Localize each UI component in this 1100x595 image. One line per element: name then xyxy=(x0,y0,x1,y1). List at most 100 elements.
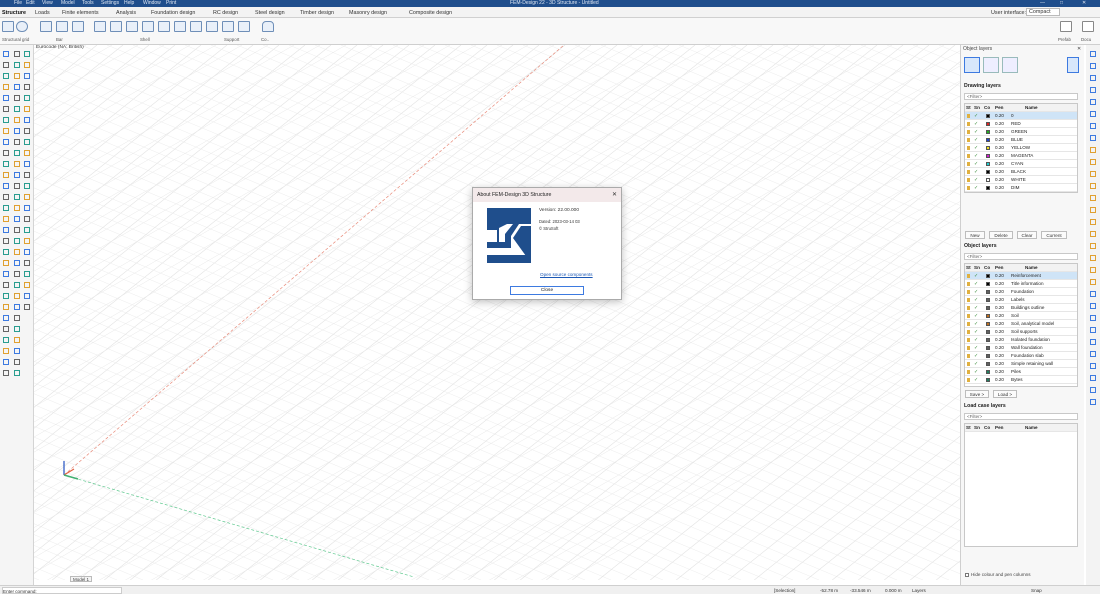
menu-window[interactable]: Window xyxy=(143,0,161,7)
lock-icon[interactable] xyxy=(967,370,970,374)
tool-icon[interactable] xyxy=(3,370,9,376)
tool-icon[interactable] xyxy=(24,95,30,101)
tool-icon[interactable] xyxy=(24,216,30,222)
tab-rc-design[interactable]: RC design xyxy=(213,8,238,18)
tool-icon[interactable] xyxy=(3,106,9,112)
lock-icon[interactable] xyxy=(967,162,970,166)
layer-row[interactable]: ✓ 0.20 BLACK xyxy=(965,168,1077,176)
delete-layer-button[interactable]: Delete xyxy=(989,231,1013,239)
shell-panel-button[interactable] xyxy=(158,21,170,32)
minimize-icon[interactable]: — xyxy=(1040,0,1045,7)
user-interface-select[interactable]: Compact xyxy=(1026,8,1060,16)
object-layers-filter[interactable]: <Filter> xyxy=(964,253,1078,260)
layer-color-swatch[interactable] xyxy=(986,378,990,382)
lock-icon[interactable] xyxy=(967,146,970,150)
layer-row[interactable]: ✓ 0.20 Wall foundation xyxy=(965,344,1077,352)
layer-row[interactable]: ✓ 0.20 Foundation slab xyxy=(965,352,1077,360)
tool-icon[interactable] xyxy=(14,216,20,222)
layer-row[interactable]: ✓ 0.20 Simple retaining wall xyxy=(965,360,1077,368)
menu-view[interactable]: View xyxy=(42,0,53,7)
lock-icon[interactable] xyxy=(967,322,970,326)
visible-check-icon[interactable]: ✓ xyxy=(974,352,978,360)
visible-check-icon[interactable]: ✓ xyxy=(974,136,978,144)
visible-check-icon[interactable]: ✓ xyxy=(974,152,978,160)
visible-check-icon[interactable]: ✓ xyxy=(974,376,978,384)
tool-icon[interactable] xyxy=(3,304,9,310)
tab-composite-design[interactable]: Composite design xyxy=(409,8,452,18)
layer-color-swatch[interactable] xyxy=(986,282,990,286)
lock-icon[interactable] xyxy=(967,338,970,342)
tool-icon[interactable] xyxy=(14,315,20,321)
tool-icon[interactable] xyxy=(1090,207,1096,213)
tool-icon[interactable] xyxy=(24,172,30,178)
layer-color-swatch[interactable] xyxy=(986,170,990,174)
tool-icon[interactable] xyxy=(1090,315,1096,321)
tool-icon[interactable] xyxy=(24,161,30,167)
tool-icon[interactable] xyxy=(3,183,9,189)
tab-masonry-design[interactable]: Masonry design xyxy=(349,8,387,18)
tool-icon[interactable] xyxy=(3,227,9,233)
tool-icon[interactable] xyxy=(14,183,20,189)
tool-icon[interactable] xyxy=(1090,135,1096,141)
tool-icon[interactable] xyxy=(14,227,20,233)
visible-check-icon[interactable]: ✓ xyxy=(974,176,978,184)
layers-button[interactable]: Layers xyxy=(912,587,926,594)
layer-color-swatch[interactable] xyxy=(986,186,990,190)
tool-icon[interactable] xyxy=(24,238,30,244)
tool-icon[interactable] xyxy=(3,128,9,134)
layer-color-swatch[interactable] xyxy=(986,362,990,366)
dialog-close-icon[interactable]: ✕ xyxy=(612,191,617,198)
tool-icon[interactable] xyxy=(1090,123,1096,129)
tool-icon[interactable] xyxy=(1090,75,1096,81)
tool-icon[interactable] xyxy=(24,227,30,233)
tool-icon[interactable] xyxy=(14,106,20,112)
maximize-icon[interactable]: □ xyxy=(1060,0,1063,7)
tool-icon[interactable] xyxy=(14,282,20,288)
menu-file[interactable]: File xyxy=(14,0,22,7)
tool-icon[interactable] xyxy=(14,293,20,299)
menu-model[interactable]: Model xyxy=(61,0,75,7)
tool-icon[interactable] xyxy=(24,183,30,189)
tool-icon[interactable] xyxy=(3,238,9,244)
connection-button[interactable] xyxy=(262,21,274,32)
tool-icon[interactable] xyxy=(24,260,30,266)
snap-button[interactable]: Snap xyxy=(1031,587,1042,594)
tool-icon[interactable] xyxy=(1090,219,1096,225)
lock-icon[interactable] xyxy=(967,178,970,182)
visible-check-icon[interactable]: ✓ xyxy=(974,288,978,296)
tool-icon[interactable] xyxy=(14,95,20,101)
tool-icon[interactable] xyxy=(3,271,9,277)
tool-icon[interactable] xyxy=(1090,267,1096,273)
layer-row[interactable]: ✓ 0.20 Reinforcement xyxy=(965,272,1077,280)
layer-color-swatch[interactable] xyxy=(986,274,990,278)
lock-icon[interactable] xyxy=(967,274,970,278)
menu-tools[interactable]: Tools xyxy=(82,0,94,7)
tool-icon[interactable] xyxy=(3,95,9,101)
layer-color-swatch[interactable] xyxy=(986,338,990,342)
tool-icon[interactable] xyxy=(1090,87,1096,93)
visible-check-icon[interactable]: ✓ xyxy=(974,304,978,312)
tool-icon[interactable] xyxy=(14,359,20,365)
tool-icon[interactable] xyxy=(24,304,30,310)
prefab-button[interactable] xyxy=(1060,21,1072,32)
tool-icon[interactable] xyxy=(14,249,20,255)
tool-icon[interactable] xyxy=(24,106,30,112)
object-layers-tab-icon[interactable] xyxy=(983,57,999,73)
tool-icon[interactable] xyxy=(1090,387,1096,393)
layer-row[interactable]: ✓ 0.20 GREEN xyxy=(965,128,1077,136)
visible-check-icon[interactable]: ✓ xyxy=(974,144,978,152)
lock-icon[interactable] xyxy=(967,354,970,358)
shell-extra-button[interactable] xyxy=(190,21,202,32)
load-layers-button[interactable]: Load > xyxy=(993,390,1017,398)
drawing-layers-tab-icon[interactable] xyxy=(964,57,980,73)
layer-color-swatch[interactable] xyxy=(986,122,990,126)
visible-check-icon[interactable]: ✓ xyxy=(974,168,978,176)
tab-loads[interactable]: Loads xyxy=(35,8,50,18)
tool-icon[interactable] xyxy=(3,337,9,343)
layer-row[interactable]: ✓ 0.20 BLUE xyxy=(965,136,1077,144)
tool-icon[interactable] xyxy=(3,62,9,68)
layer-row[interactable]: ✓ 0.20 Foundation xyxy=(965,288,1077,296)
layer-row[interactable]: ✓ 0.20 RED xyxy=(965,120,1077,128)
tool-icon[interactable] xyxy=(14,337,20,343)
layer-row[interactable]: ✓ 0.20 0 xyxy=(965,112,1077,120)
